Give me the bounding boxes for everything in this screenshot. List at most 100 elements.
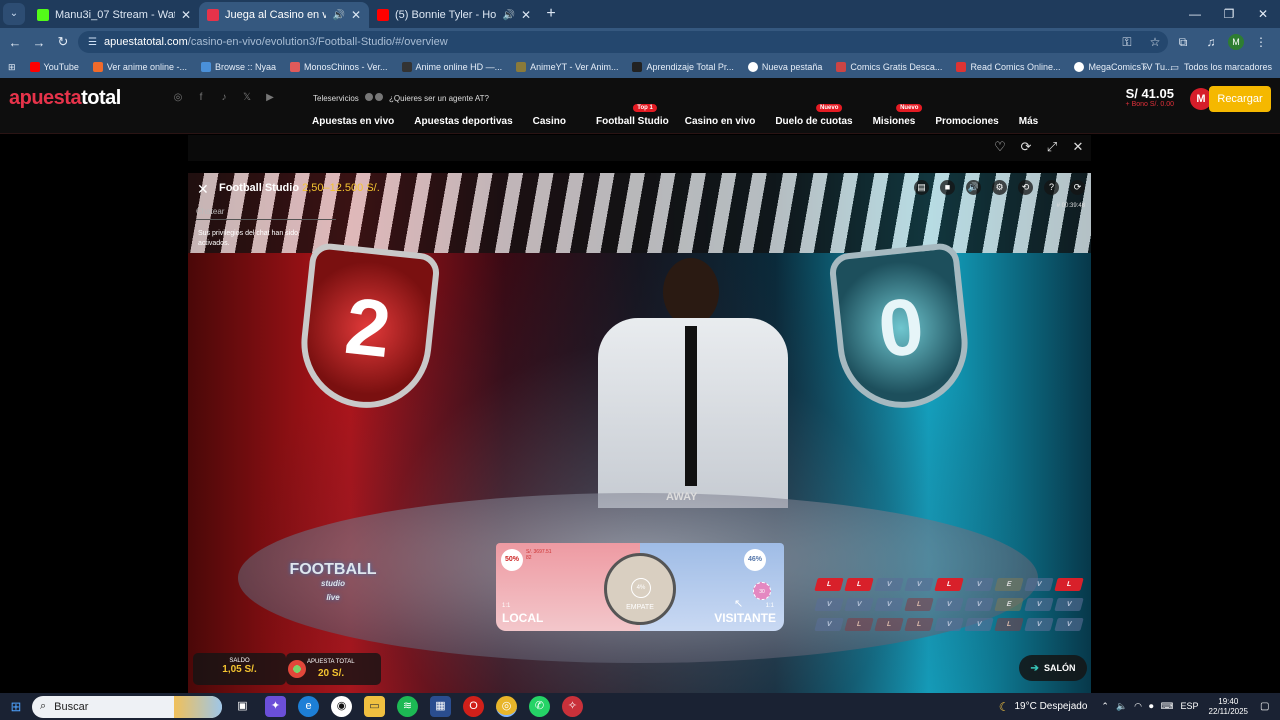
bookmark-item[interactable]: Ver anime online -... (86, 62, 194, 72)
teleservicios-link[interactable]: Teleservicios (313, 94, 359, 103)
chrome-icon[interactable]: ◎ (496, 696, 517, 717)
video-icon[interactable]: ■ (940, 180, 955, 195)
bookmark-item[interactable]: AnimeYT - Ver Anim... (509, 62, 625, 72)
speaker-icon[interactable]: 🔊 (332, 10, 344, 21)
nav-casino-en-vivo[interactable]: Casino en vivo (685, 116, 776, 127)
whatsapp-icon[interactable] (364, 93, 373, 101)
tiktok-icon[interactable]: ♪ (218, 92, 230, 104)
chat-icon[interactable]: ▤ (914, 180, 929, 195)
password-key-icon[interactable]: ⚿ (1116, 35, 1138, 50)
nav-duelo-de-cuotas[interactable]: Duelo de cuotas Nuevo (775, 104, 872, 127)
keyboard-icon[interactable]: ⌨ (1161, 701, 1174, 712)
bookmark-item[interactable]: MonosChinos - Ver... (283, 62, 395, 72)
tab-youtube[interactable]: (5) Bonnie Tyler - Holding O 🔊 ✕ (369, 2, 539, 28)
bookmark-label: Ver anime online -... (106, 62, 187, 72)
instagram-icon[interactable]: ◎ (172, 92, 184, 104)
social-links: ◎ f ♪ 𝕏 ▶ (172, 92, 276, 104)
bookmark-item[interactable]: Anime online HD —... (395, 62, 510, 72)
close-icon[interactable]: ✕ (181, 8, 191, 22)
salon-button[interactable]: ➔ SALÓN (1019, 655, 1087, 681)
nav-apuestas-en-vivo[interactable]: Apuestas en vivo (312, 116, 414, 127)
close-window-icon[interactable]: ✕ (1246, 0, 1280, 28)
close-game-icon[interactable]: ✕ (197, 181, 209, 198)
task-view-icon[interactable]: ▣ (232, 696, 253, 717)
apps-grid-icon[interactable]: ⊞ (0, 62, 23, 73)
recargar-button[interactable]: Recargar (1209, 86, 1271, 112)
taskbar-search[interactable]: ⌕ Buscar (32, 695, 222, 718)
profile-avatar[interactable]: M (1228, 34, 1244, 50)
refresh-icon[interactable]: ⟳ (1019, 139, 1033, 155)
help-icon[interactable]: ? (1044, 180, 1059, 195)
whatsapp-icon[interactable]: ✆ (529, 696, 550, 717)
opera-icon[interactable]: O (463, 696, 484, 717)
weather-widget[interactable]: ☾ 19°C Despejado (999, 700, 1088, 714)
microphone-icon[interactable]: ⏺ (1149, 701, 1154, 712)
tab-casino[interactable]: Juega al Casino en vivo Onl 🔊 ✕ (199, 2, 369, 28)
bookmark-item[interactable]: Read Comics Online... (949, 62, 1067, 72)
menu-dots-icon[interactable]: ⋮ (1250, 35, 1272, 49)
site-info-icon[interactable]: ☰ (88, 37, 100, 48)
bookmark-item[interactable]: Comics Gratis Desca... (829, 62, 949, 72)
fullscreen-icon[interactable]: ⤢ (1045, 139, 1059, 155)
settings-gear-icon[interactable]: ⚙ (992, 180, 1007, 195)
phone-icon[interactable] (375, 93, 384, 101)
calculator-icon[interactable]: ▦ (430, 696, 451, 717)
copilot-icon[interactable]: ✦ (265, 696, 286, 717)
file-explorer-icon[interactable]: ▭ (364, 696, 385, 717)
reload-icon[interactable]: ↻ (51, 34, 75, 50)
lobby-icon[interactable]: ⟳ (1070, 180, 1085, 195)
close-icon[interactable]: ✕ (1071, 139, 1085, 155)
nav-football-studio[interactable]: Football Studio Top 1 (596, 104, 685, 127)
notification-icon[interactable]: ▢ (1260, 701, 1280, 712)
spotify-icon[interactable]: ≋ (397, 696, 418, 717)
chevron-up-icon[interactable]: ⌃ (1101, 701, 1109, 712)
nav-casino[interactable]: Casino (533, 116, 596, 127)
chevron-right-icon[interactable]: » (1142, 62, 1147, 72)
clock[interactable]: 19:40 22/11/2025 (1209, 697, 1248, 717)
obs-icon[interactable]: ◉ (331, 696, 352, 717)
tab-search-button[interactable]: ⌄ (3, 3, 25, 25)
youtube-icon[interactable]: ▶ (264, 92, 276, 104)
restore-icon[interactable]: ❐ (1212, 0, 1246, 28)
history-icon[interactable]: ⟲ (1018, 180, 1033, 195)
live-game-stage[interactable]: 2 0 AWAY ✕ Football Studio 2,50–12.500 S… (188, 173, 1091, 693)
bet-spot-empate[interactable]: 4% EMPATE (604, 553, 676, 625)
balance[interactable]: S/ 41.05 + Bono S/. 0.00 (1126, 86, 1174, 108)
agent-link[interactable]: ¿Quieres ser un agente AT? (389, 94, 489, 103)
favorite-heart-icon[interactable]: ♡ (993, 139, 1007, 155)
nav-apuestas-deportivas[interactable]: Apuestas deportivas (414, 116, 532, 127)
new-tab-button[interactable]: + (539, 5, 563, 23)
nav-mas[interactable]: Más (1019, 116, 1058, 127)
language-indicator[interactable]: ESP (1181, 701, 1199, 712)
chat-input[interactable]: Chatear (196, 207, 336, 220)
forward-icon[interactable]: → (27, 35, 51, 50)
url-input[interactable]: ☰ apuestatotal.com/casino-en-vivo/evolut… (78, 31, 1168, 53)
close-icon[interactable]: ✕ (351, 8, 361, 22)
url-path: /casino-en-vivo/evolution3/Football-Stud… (187, 36, 448, 48)
nav-misiones[interactable]: Misiones Nuevo (873, 104, 936, 127)
all-bookmarks[interactable]: » ▭ Todos los marcadores (1142, 56, 1272, 78)
close-icon[interactable]: ✕ (521, 8, 531, 22)
edge-icon[interactable]: e (298, 696, 319, 717)
results-roadmap: LLVVLVEVLVVVLVVEVVVLLLVVLVV (814, 578, 1084, 631)
bookmark-item[interactable]: Aprendizaje Total Pr... (625, 62, 740, 72)
nav-promociones[interactable]: Promociones (935, 116, 1018, 127)
wifi-icon[interactable]: ◠ (1134, 701, 1142, 712)
bookmark-item[interactable]: Browse :: Nyaa (194, 62, 283, 72)
sound-icon[interactable]: 🔊 (966, 180, 981, 195)
tab-kick[interactable]: Manu3i_07 Stream - Watch Live ✕ (29, 2, 199, 28)
back-icon[interactable]: ← (3, 35, 27, 50)
x-icon[interactable]: 𝕏 (241, 92, 253, 104)
facebook-icon[interactable]: f (195, 92, 207, 104)
windows-start-icon[interactable]: ⊞ (0, 699, 32, 715)
speaker-icon[interactable]: 🔊 (502, 10, 514, 21)
media-control-icon[interactable]: ♫ (1200, 35, 1222, 49)
app-icon[interactable]: ✧ (562, 696, 583, 717)
bookmark-item[interactable]: Nueva pestaña (741, 62, 830, 72)
minimize-icon[interactable]: — (1178, 0, 1212, 28)
site-logo[interactable]: apuestatotal (9, 87, 121, 110)
volume-icon[interactable]: 🔈 (1116, 701, 1127, 712)
bookmark-item[interactable]: YouTube (23, 62, 86, 72)
bookmark-star-icon[interactable]: ☆ (1144, 35, 1166, 49)
extensions-icon[interactable]: ⧉ (1172, 35, 1194, 50)
